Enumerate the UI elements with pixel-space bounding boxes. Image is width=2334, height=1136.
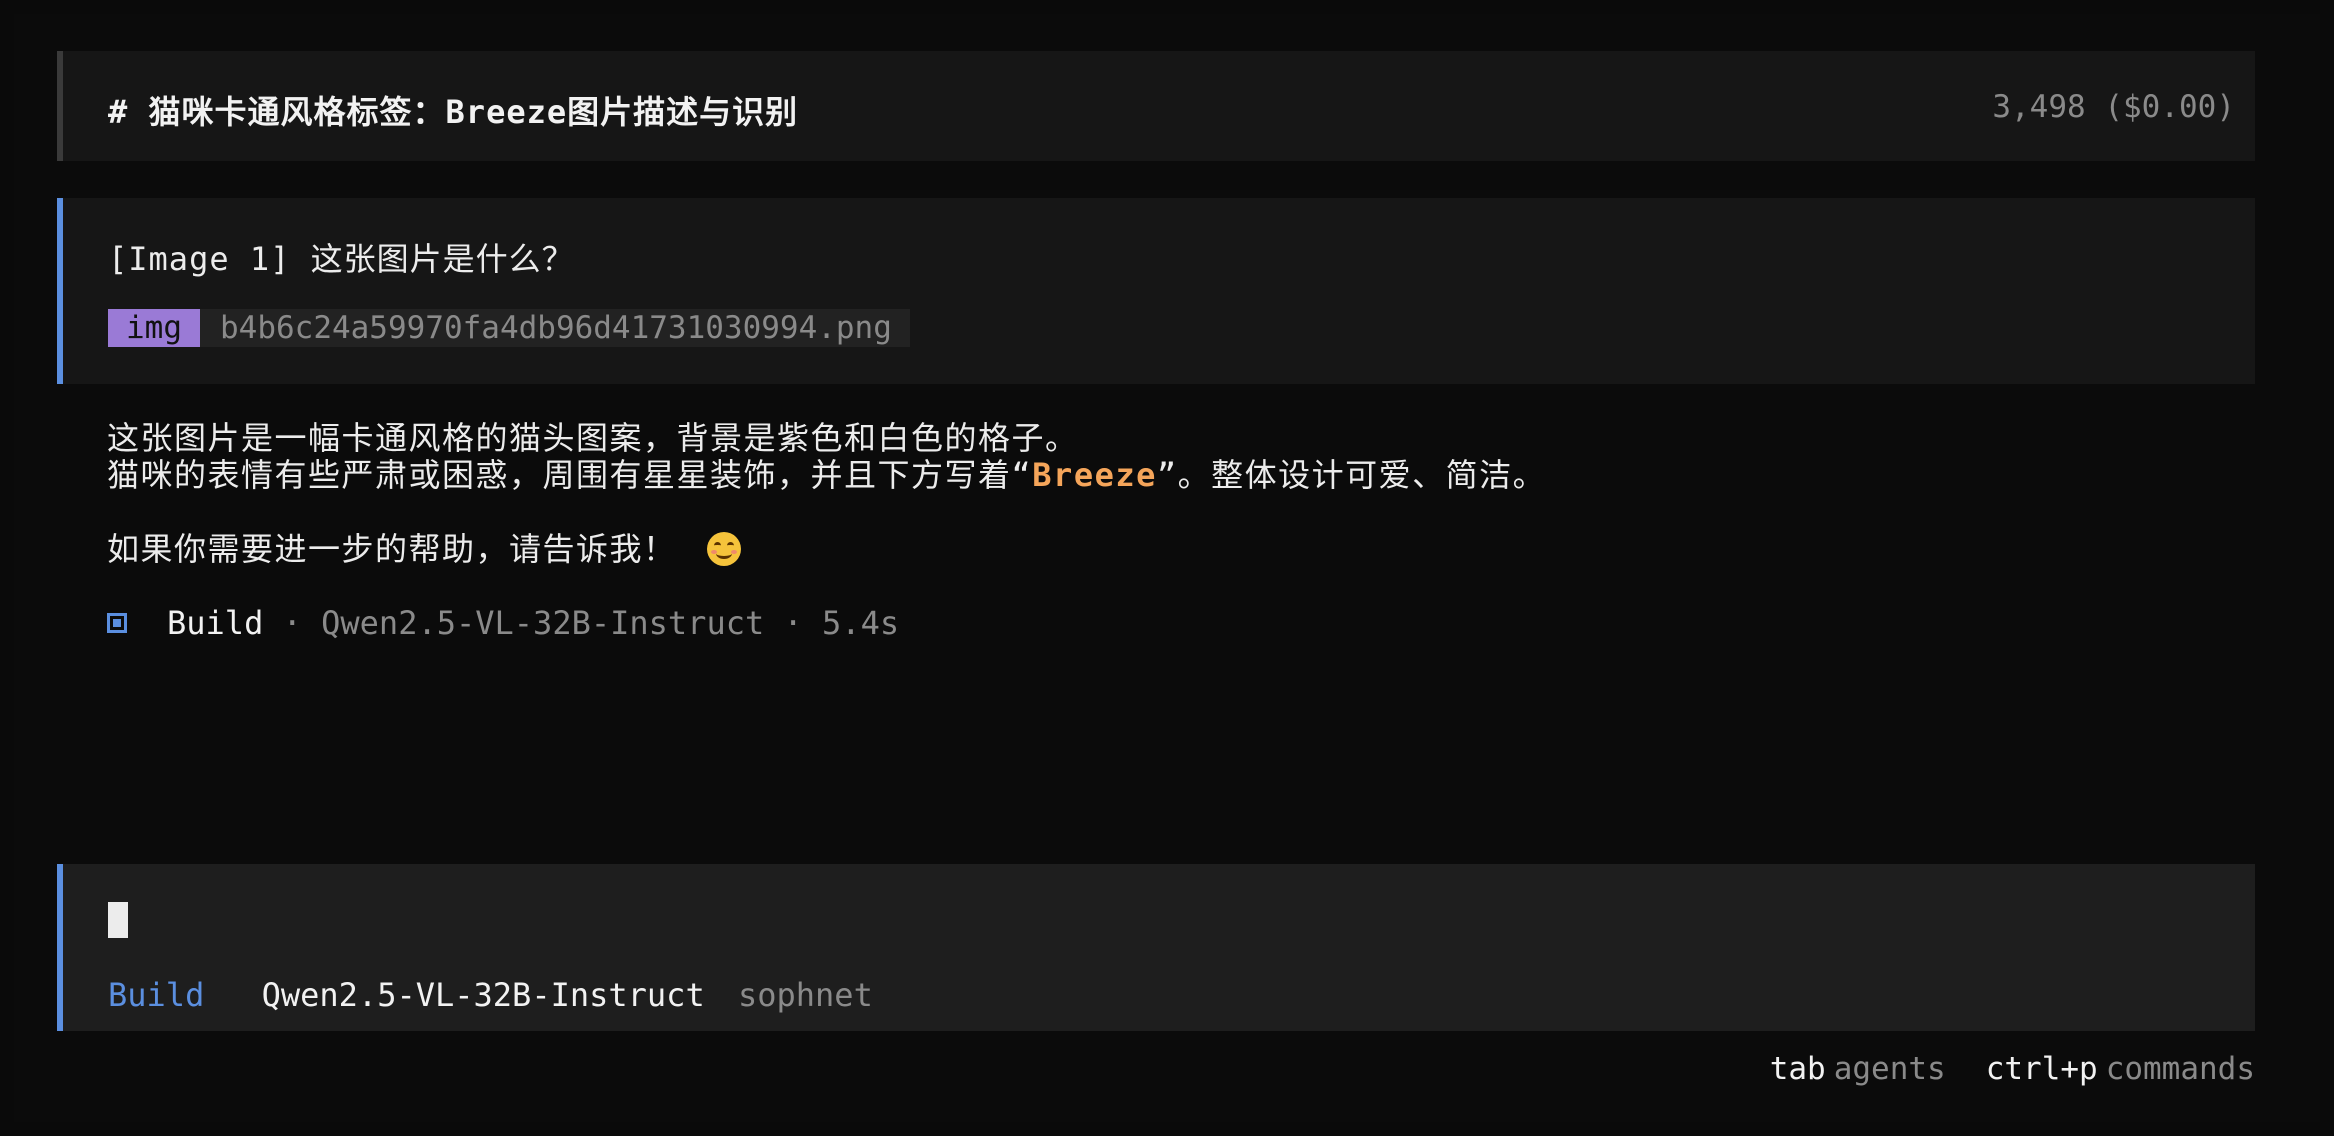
meta-agent: Build bbox=[167, 604, 264, 642]
keyboard-hints: tab agents ctrl+p commands bbox=[1770, 1051, 2255, 1087]
meta-duration: 5.4s bbox=[822, 604, 900, 642]
assistant-line-3: 如果你需要进一步的帮助，请告诉我！ bbox=[107, 531, 2207, 568]
attachment-filename: b4b6c24a59970fa4db96d41731030994.png bbox=[220, 310, 892, 346]
text-cursor bbox=[108, 902, 128, 938]
response-meta: Build · Qwen2.5-VL-32B-Instruct · 5.4s bbox=[107, 604, 899, 642]
assistant-line-2: 猫咪的表情有些严肃或困惑，周围有星星装饰，并且下方写着“Breeze”。整体设计… bbox=[107, 457, 2207, 494]
token-count: 3,498 ($0.00) bbox=[1992, 89, 2235, 125]
assistant-message: 这张图片是一幅卡通风格的猫头图案，背景是紫色和白色的格子。 猫咪的表情有些严肃或… bbox=[107, 420, 2207, 568]
image-attachment[interactable]: img b4b6c24a59970fa4db96d41731030994.png bbox=[108, 309, 910, 347]
meta-separator: · bbox=[282, 604, 302, 642]
session-header: # 猫咪卡通风格标签：Breeze图片描述与识别 3,498 ($0.00) bbox=[57, 51, 2255, 161]
hint-desc-agents: agents bbox=[1833, 1051, 1946, 1087]
input-status: Build Qwen2.5-VL-32B-Instruct sophnet bbox=[108, 976, 873, 1014]
user-message: [Image 1] 这张图片是什么？ img b4b6c24a59970fa4d… bbox=[57, 198, 2255, 384]
assistant-line-2-end: ”。整体设计可爱、简洁。 bbox=[1156, 456, 1547, 494]
hint-desc-commands: commands bbox=[2105, 1051, 2255, 1087]
highlighted-term: Breeze bbox=[1032, 456, 1157, 494]
assistant-line-3-text: 如果你需要进一步的帮助，请告诉我！ bbox=[107, 530, 677, 568]
assistant-line-1: 这张图片是一幅卡通风格的猫头图案，背景是紫色和白色的格子。 bbox=[107, 419, 1079, 457]
session-title: # 猫咪卡通风格标签：Breeze图片描述与识别 bbox=[108, 93, 799, 131]
hint-key-ctrlp: ctrl+p bbox=[1985, 1051, 2098, 1087]
agent-square-icon bbox=[107, 613, 127, 633]
input-provider: sophnet bbox=[737, 976, 873, 1014]
attachment-type-badge: img bbox=[108, 309, 200, 347]
smiling-face-icon bbox=[706, 532, 741, 566]
input-agent[interactable]: Build bbox=[108, 976, 204, 1014]
hint-key-tab: tab bbox=[1769, 1051, 1826, 1087]
assistant-line-2-start: 猫咪的表情有些严肃或困惑，周围有星星装饰，并且下方写着“ bbox=[107, 456, 1033, 494]
meta-separator-2: · bbox=[783, 604, 803, 642]
user-message-text: [Image 1] 这张图片是什么？ bbox=[108, 240, 575, 278]
input-model[interactable]: Qwen2.5-VL-32B-Instruct bbox=[262, 976, 705, 1014]
meta-model: Qwen2.5-VL-32B-Instruct bbox=[321, 604, 765, 642]
prompt-input[interactable]: Build Qwen2.5-VL-32B-Instruct sophnet bbox=[57, 864, 2255, 1031]
